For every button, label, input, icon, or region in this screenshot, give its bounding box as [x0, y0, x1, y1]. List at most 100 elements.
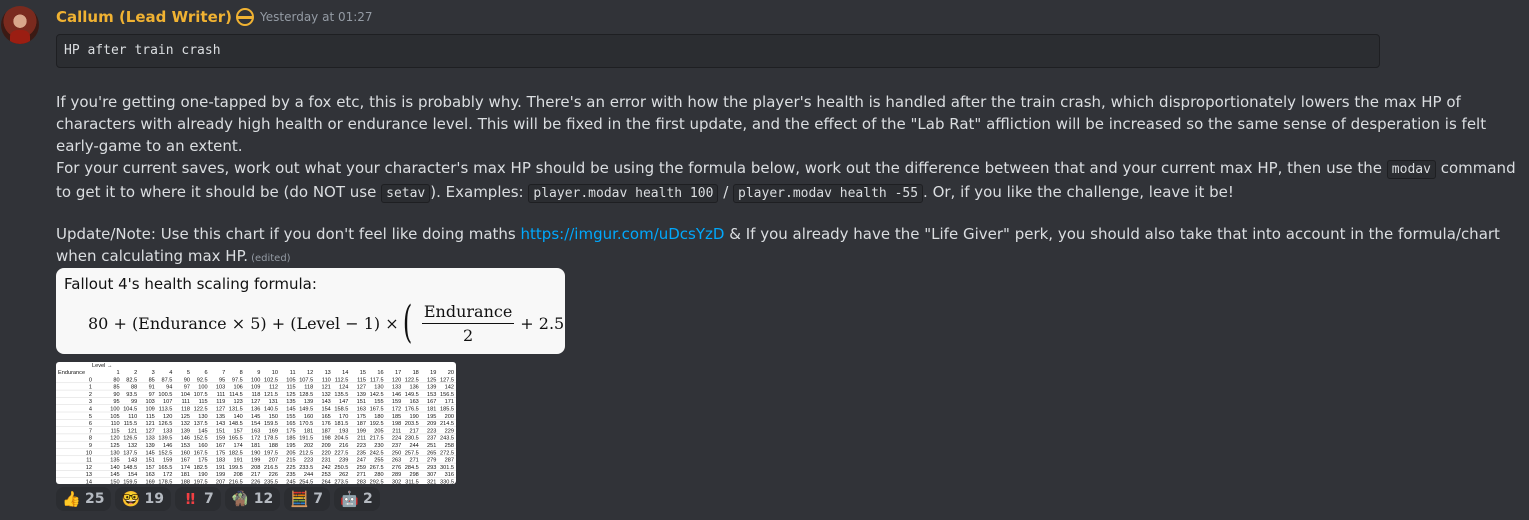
hp-value: 182.5 — [194, 465, 208, 471]
hp-value: 316 — [445, 472, 454, 478]
imgur-link[interactable]: https://imgur.com/uDcsYzD — [521, 225, 725, 243]
nerd-face-icon: 🤓 — [121, 489, 141, 508]
hp-value: 197.5 — [194, 480, 208, 485]
hp-value: 82.5 — [126, 377, 137, 383]
hp-value: 169 — [145, 480, 154, 485]
inline-code-example-1: player.modav health 100 — [528, 184, 719, 203]
hp-chart-image[interactable]: Level → Endurance 1 2 3 4 5 6 7 8 9 10 11 12 13 14 15 16 1… — [56, 362, 456, 484]
hp-value: 242.5 — [370, 450, 384, 456]
hp-value: 167 — [427, 399, 436, 405]
hp-value: 190 — [251, 450, 260, 456]
level-label: 5 — [187, 370, 190, 376]
hp-value: 242 — [321, 465, 330, 471]
hp-value: 235 — [286, 472, 295, 478]
reaction-button[interactable]: ‼ 7 — [174, 487, 221, 511]
endurance-label: 12 — [86, 465, 92, 471]
hp-value: 170 — [339, 414, 348, 420]
hp-value: 262 — [339, 472, 348, 478]
hp-value: 121 — [128, 428, 137, 434]
hp-value: 139.5 — [158, 436, 172, 442]
hp-value: 195 — [286, 443, 295, 449]
hp-value: 175 — [198, 458, 207, 464]
hp-value: 181.5 — [334, 421, 348, 427]
hp-value: 220 — [321, 450, 330, 456]
hp-value: 237 — [392, 443, 401, 449]
message-timestamp[interactable]: Yesterday at 01:27 — [260, 10, 373, 24]
hp-table: Level →Endurance 1 2 3 4 5 6 7 8 9 10 11 12 13 14 15 16 1… — [56, 363, 456, 485]
hp-value: 127 — [216, 407, 225, 413]
hp-value: 247 — [357, 458, 366, 464]
edited-label: (edited) — [251, 253, 291, 264]
hp-value: 114.5 — [229, 392, 243, 398]
level-label: 6 — [204, 370, 207, 376]
hp-value: 251 — [427, 443, 436, 449]
hp-value: 204.5 — [334, 436, 348, 442]
hp-value: 195 — [427, 414, 436, 420]
hp-value: 146 — [181, 436, 190, 442]
reaction-button[interactable]: 👍 25 — [56, 487, 112, 511]
endurance-label: 14 — [86, 480, 92, 485]
level-label: 3 — [152, 370, 155, 376]
hp-value: 133 — [145, 436, 154, 442]
hp-value: 216.5 — [229, 480, 243, 485]
hp-value: 159 — [392, 399, 401, 405]
hp-value: 106 — [233, 385, 242, 391]
reaction-count: 2 — [362, 491, 373, 507]
reaction-count: 12 — [253, 491, 274, 507]
reaction-button[interactable]: 🧌 12 — [224, 487, 281, 511]
hp-value: 229 — [445, 428, 454, 434]
hp-value: 143 — [216, 421, 225, 427]
hp-value: 125 — [427, 377, 436, 383]
hp-value: 151 — [216, 428, 225, 434]
role-icon[interactable] — [236, 8, 255, 26]
hp-value: 211 — [357, 436, 366, 442]
hp-value: 217 — [251, 472, 260, 478]
hp-value: 170.5 — [299, 421, 313, 427]
hp-value: 167 — [216, 443, 225, 449]
message-paragraph-2: For your current saves, work out what yo… — [56, 157, 1516, 205]
double-exclamation-icon: ‼ — [185, 489, 196, 508]
hp-value: 190 — [198, 472, 207, 478]
hp-value: 207 — [216, 480, 225, 485]
reaction-button[interactable]: 🤓 19 — [115, 487, 171, 511]
hp-value: 94 — [166, 385, 172, 391]
level-label: 2 — [134, 370, 137, 376]
author-name[interactable]: Callum (Lead Writer) — [56, 8, 232, 26]
reaction-count: 7 — [313, 491, 323, 507]
hp-value: 133 — [392, 385, 401, 391]
hp-value: 169 — [269, 428, 278, 434]
hp-value: 100 — [110, 407, 119, 413]
hp-value: 163 — [357, 407, 366, 413]
hp-value: 208 — [233, 472, 242, 478]
reaction-count: 7 — [203, 491, 214, 507]
reaction-button[interactable]: 🤖 2 — [333, 487, 380, 511]
hp-value: 289 — [392, 472, 401, 478]
hp-value: 143 — [321, 399, 330, 405]
formula-image[interactable]: Fallout 4's health scaling formula: 80 +… — [56, 268, 565, 354]
hp-value: 92.5 — [197, 377, 208, 383]
hp-value: 115 — [357, 377, 366, 383]
hp-value: 292.5 — [370, 480, 384, 485]
hp-value: 154 — [128, 472, 137, 478]
hp-value: 122.5 — [194, 407, 208, 413]
message-paragraph-1: If you're getting one-tapped by a fox et… — [56, 93, 1487, 155]
hp-value: 149.5 — [299, 407, 313, 413]
hp-value: 183 — [216, 458, 225, 464]
hp-value: 245 — [286, 480, 295, 485]
hp-value: 187 — [321, 428, 330, 434]
author-avatar[interactable] — [1, 6, 39, 44]
hp-value: 181 — [181, 472, 190, 478]
hp-value: 146 — [392, 392, 401, 398]
hp-value: 118 — [304, 385, 313, 391]
hp-value: 100.5 — [158, 392, 172, 398]
hp-value: 258 — [445, 443, 454, 449]
reaction-button[interactable]: 🧮 7 — [284, 487, 330, 511]
hp-value: 167.5 — [194, 450, 208, 456]
paragraph-text: ). Examples: — [430, 183, 524, 201]
endurance-label: 3 — [89, 399, 92, 405]
hp-value: 120 — [163, 414, 172, 420]
hp-value: 199.5 — [229, 465, 243, 471]
hp-value: 227.5 — [334, 450, 348, 456]
row-header: Endurance — [58, 370, 85, 376]
hp-value: 131.5 — [229, 407, 243, 413]
